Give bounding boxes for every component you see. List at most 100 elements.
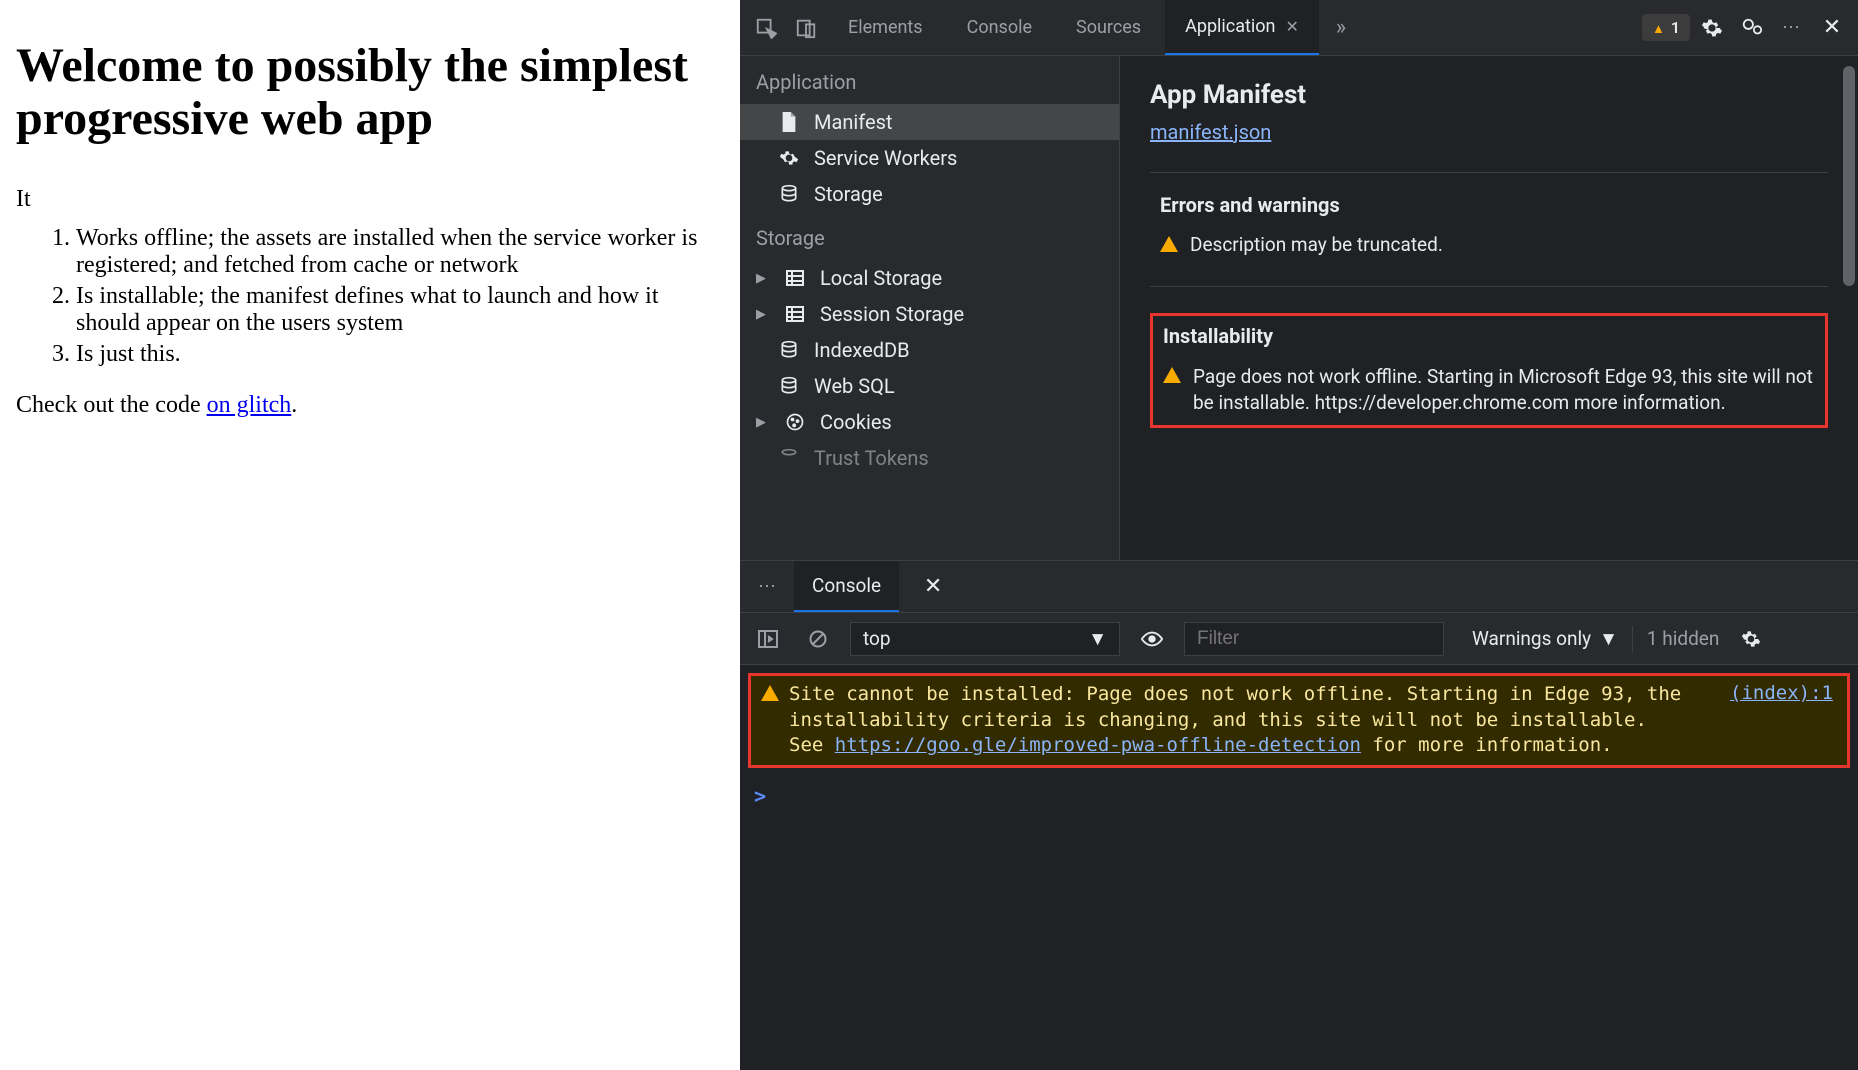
chevron-right-icon: ▶ bbox=[756, 415, 770, 430]
console-output: Site cannot be installed: Page does not … bbox=[740, 665, 1858, 1070]
feature-list: Works offline; the assets are installed … bbox=[76, 225, 724, 368]
inspect-element-icon[interactable] bbox=[748, 10, 784, 46]
close-drawer-icon[interactable]: ✕ bbox=[915, 569, 951, 605]
sidebar-item-cookies[interactable]: ▶ Cookies bbox=[740, 404, 1119, 440]
warning-icon bbox=[1160, 236, 1178, 252]
sidebar-label: Local Storage bbox=[820, 266, 942, 290]
sidebar-header-application: Application bbox=[740, 56, 1119, 104]
more-tabs-icon[interactable]: » bbox=[1323, 10, 1359, 46]
hidden-count[interactable]: 1 hidden bbox=[1647, 627, 1719, 650]
device-toolbar-icon[interactable] bbox=[788, 10, 824, 46]
table-icon bbox=[784, 303, 806, 325]
warning-icon bbox=[1652, 18, 1665, 37]
errors-heading: Errors and warnings bbox=[1160, 193, 1828, 217]
close-icon[interactable]: ✕ bbox=[1286, 17, 1299, 36]
database-icon bbox=[778, 375, 800, 397]
sidebar-item-session-storage[interactable]: ▶ Session Storage bbox=[740, 296, 1119, 332]
sidebar-label: Trust Tokens bbox=[814, 446, 929, 470]
outro-text: Check out the code on glitch. bbox=[16, 392, 724, 419]
feedback-icon[interactable] bbox=[1734, 10, 1770, 46]
drawer-tabbar: ⋯ Console ✕ bbox=[740, 561, 1858, 613]
devtools-panel: Elements Console Sources Application ✕ »… bbox=[740, 0, 1858, 1070]
chevron-right-icon: ▶ bbox=[756, 271, 770, 286]
installability-section: Installability Page does not work offlin… bbox=[1150, 286, 1828, 428]
devtools-main: Application Manifest Service Workers Sto… bbox=[740, 56, 1858, 560]
issues-badge[interactable]: 1 bbox=[1642, 14, 1690, 41]
list-item: Is just this. bbox=[76, 341, 724, 368]
database-icon bbox=[778, 447, 800, 469]
scrollbar[interactable] bbox=[1838, 56, 1858, 560]
chevron-right-icon: ▶ bbox=[756, 307, 770, 322]
more-options-icon[interactable]: ⋯ bbox=[750, 569, 786, 605]
toggle-sidebar-icon[interactable] bbox=[750, 621, 786, 657]
tab-sources[interactable]: Sources bbox=[1056, 0, 1161, 55]
sidebar-label: Web SQL bbox=[814, 374, 895, 398]
scrollbar-thumb[interactable] bbox=[1843, 66, 1855, 286]
live-expression-icon[interactable] bbox=[1134, 621, 1170, 657]
warning-count: 1 bbox=[1671, 18, 1680, 37]
page-title: Welcome to possibly the simplest progres… bbox=[16, 40, 724, 146]
context-selector[interactable]: top ▼ bbox=[850, 622, 1120, 656]
tab-application[interactable]: Application ✕ bbox=[1165, 0, 1319, 55]
sidebar-item-storage[interactable]: Storage bbox=[740, 176, 1119, 212]
webpage-pane: Welcome to possibly the simplest progres… bbox=[0, 0, 740, 1070]
sidebar-label: Manifest bbox=[814, 110, 892, 134]
console-drawer: ⋯ Console ✕ top ▼ Warnings only ▼ bbox=[740, 560, 1858, 1070]
warning-row: Page does not work offline. Starting in … bbox=[1163, 362, 1815, 417]
close-devtools-icon[interactable]: ✕ bbox=[1814, 10, 1850, 46]
sidebar-header-storage: Storage bbox=[740, 212, 1119, 260]
log-level-label: Warnings only bbox=[1472, 627, 1591, 650]
outro-post: . bbox=[291, 392, 297, 418]
tab-application-label: Application bbox=[1185, 16, 1275, 37]
manifest-detail-pane: App Manifest manifest.json Errors and wa… bbox=[1120, 56, 1858, 560]
context-value: top bbox=[863, 627, 891, 650]
outro-pre: Check out the code bbox=[16, 392, 207, 418]
database-icon bbox=[778, 339, 800, 361]
sidebar-label: Cookies bbox=[820, 410, 892, 434]
warning-row: Description may be truncated. bbox=[1150, 231, 1828, 258]
errors-section: Errors and warnings Description may be t… bbox=[1150, 172, 1828, 258]
sidebar-label: Session Storage bbox=[820, 302, 964, 326]
sidebar-item-manifest[interactable]: Manifest bbox=[740, 104, 1119, 140]
sidebar-label: Storage bbox=[814, 182, 883, 206]
installability-heading: Installability bbox=[1163, 324, 1815, 348]
sidebar-item-service-workers[interactable]: Service Workers bbox=[740, 140, 1119, 176]
chevron-down-icon: ▼ bbox=[1088, 627, 1107, 651]
sidebar-item-indexeddb[interactable]: IndexedDB bbox=[740, 332, 1119, 368]
sidebar-label: IndexedDB bbox=[814, 338, 910, 362]
warning-icon bbox=[761, 685, 779, 701]
manifest-link[interactable]: manifest.json bbox=[1150, 120, 1271, 144]
sidebar-item-websql[interactable]: Web SQL bbox=[740, 368, 1119, 404]
clear-console-icon[interactable] bbox=[800, 621, 836, 657]
gear-icon bbox=[778, 147, 800, 169]
warning-icon bbox=[1163, 367, 1181, 383]
list-item: Works offline; the assets are installed … bbox=[76, 225, 724, 279]
console-source-link[interactable]: (index):1 bbox=[1730, 682, 1833, 704]
drawer-tab-console[interactable]: Console bbox=[794, 561, 899, 612]
console-prompt[interactable]: > bbox=[740, 776, 1858, 816]
tab-console[interactable]: Console bbox=[947, 0, 1052, 55]
tab-elements[interactable]: Elements bbox=[828, 0, 943, 55]
glitch-link[interactable]: on glitch bbox=[207, 392, 292, 418]
warning-text: Page does not work offline. Starting in … bbox=[1193, 364, 1815, 415]
console-warning-link[interactable]: https://goo.gle/improved-pwa-offline-det… bbox=[835, 734, 1361, 756]
console-warning-text: for more information. bbox=[1361, 734, 1613, 756]
warning-text: Description may be truncated. bbox=[1190, 233, 1443, 256]
sidebar-label: Service Workers bbox=[814, 146, 957, 170]
table-icon bbox=[784, 267, 806, 289]
console-toolbar: top ▼ Warnings only ▼ 1 hidden bbox=[740, 613, 1858, 665]
sidebar-item-local-storage[interactable]: ▶ Local Storage bbox=[740, 260, 1119, 296]
detail-title: App Manifest bbox=[1150, 80, 1828, 110]
settings-icon[interactable] bbox=[1694, 10, 1730, 46]
intro-text: It bbox=[16, 186, 724, 213]
console-warning-row: Site cannot be installed: Page does not … bbox=[748, 673, 1850, 768]
console-settings-icon[interactable] bbox=[1733, 621, 1769, 657]
more-options-icon[interactable]: ⋯ bbox=[1774, 10, 1810, 46]
chevron-down-icon: ▼ bbox=[1599, 627, 1618, 651]
list-item: Is installable; the manifest defines wha… bbox=[76, 283, 724, 337]
sidebar-item-trust-tokens[interactable]: Trust Tokens bbox=[740, 440, 1119, 476]
filter-input[interactable] bbox=[1184, 622, 1444, 656]
application-sidebar: Application Manifest Service Workers Sto… bbox=[740, 56, 1120, 560]
highlighted-warning-box: Installability Page does not work offlin… bbox=[1150, 313, 1828, 428]
log-level-selector[interactable]: Warnings only ▼ bbox=[1472, 627, 1618, 651]
